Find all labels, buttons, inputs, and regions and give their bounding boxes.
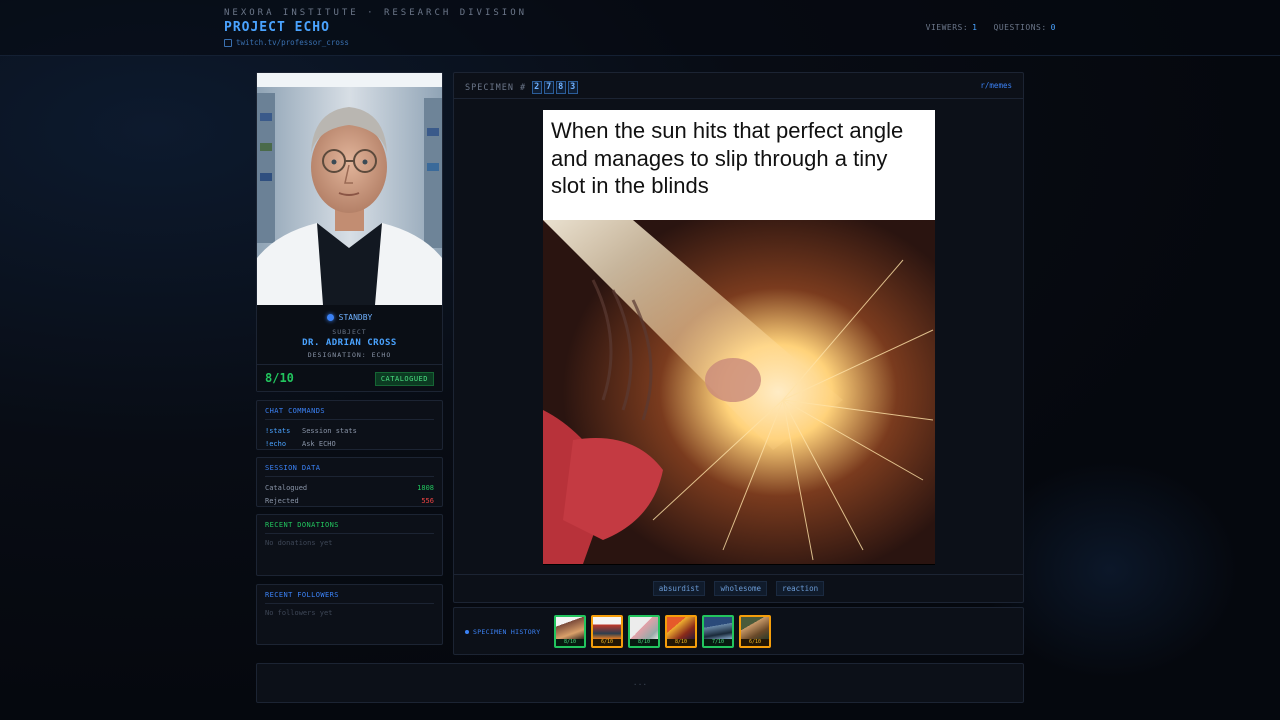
subject-name: DR. ADRIAN CROSS — [302, 338, 397, 348]
channel-link[interactable]: twitch.tv/professor_cross — [224, 38, 349, 47]
history-dot-icon — [465, 630, 469, 634]
rejected-count: 556 — [421, 497, 434, 505]
catalogued-row: Catalogued 1808 — [265, 482, 434, 495]
viewers-count: 1 — [972, 23, 978, 32]
specimen-number: SPECIMEN # 2 7 8 3 — [465, 81, 579, 94]
current-score: 8/10 — [265, 371, 294, 385]
questions-label: QUESTIONS: — [993, 23, 1047, 32]
viewers-stat: VIEWERS: 1 — [926, 23, 978, 32]
catalogued-label: Catalogued — [265, 484, 308, 492]
specimen-digits: 2 7 8 3 — [532, 81, 579, 94]
status-indicator: STANDBY — [257, 313, 442, 322]
donations-empty: No donations yet — [265, 539, 333, 547]
history-thumbnail[interactable]: 6/10 — [739, 615, 771, 648]
catalogued-count: 1808 — [417, 484, 434, 492]
subject-designation: DESIGNATION: ECHO — [307, 351, 392, 359]
thumbnail-score: 6/10 — [593, 639, 621, 646]
thumbnail-art — [741, 617, 769, 639]
specimen-panel: SPECIMEN # 2 7 8 3 r/memes When the sun … — [453, 72, 1024, 603]
subject-info: STANDBY SUBJECT DR. ADRIAN CROSS DESIGNA… — [257, 305, 442, 391]
thumbnail-art — [593, 617, 621, 639]
history-label-text: SPECIMEN HISTORY — [473, 628, 541, 636]
thumbnail-score: 6/10 — [741, 639, 769, 646]
session-data-title: SESSION DATA — [265, 464, 434, 477]
specimen-header: SPECIMEN # 2 7 8 3 r/memes — [454, 73, 1023, 99]
meme-photo — [543, 220, 935, 564]
viewers-label: VIEWERS: — [925, 23, 969, 32]
header-stats: VIEWERS: 1 QUESTIONS: 0 — [926, 23, 1056, 32]
tag-chip[interactable]: reaction — [776, 581, 825, 596]
subreddit-link[interactable]: r/memes — [980, 81, 1012, 90]
tag-chip[interactable]: wholesome — [714, 581, 768, 596]
specimen-history-panel: SPECIMEN HISTORY 8/10 6/10 8/10 8/10 7/1… — [453, 607, 1024, 655]
specimen-digit: 3 — [568, 81, 579, 94]
twitch-icon — [224, 38, 232, 47]
project-title: PROJECT ECHO — [224, 20, 330, 35]
questions-count: 0 — [1050, 23, 1056, 32]
history-thumbnails: 8/10 6/10 8/10 8/10 7/10 6/10 — [554, 615, 771, 648]
history-thumbnail[interactable]: 8/10 — [554, 615, 586, 648]
command-row: !stats Session stats — [265, 425, 434, 438]
history-thumbnail[interactable]: 6/10 — [591, 615, 623, 648]
status-badge: CATALOGUED — [374, 372, 434, 386]
card-divider — [257, 364, 442, 365]
command-key: !echo — [265, 440, 287, 448]
meme-caption: When the sun hits that perfect angle and… — [543, 110, 935, 220]
history-thumbnail[interactable]: 8/10 — [665, 615, 697, 648]
command-key: !stats — [265, 427, 291, 435]
donations-title: RECENT DONATIONS — [265, 521, 434, 534]
rejected-row: Rejected 556 — [265, 495, 434, 508]
specimen-label: SPECIMEN # — [465, 82, 527, 93]
session-data-panel: SESSION DATA Catalogued 1808 Rejected 55… — [256, 457, 443, 507]
subject-portrait — [257, 73, 442, 305]
followers-panel: RECENT FOLLOWERS No followers yet — [256, 584, 443, 645]
tag-bar: absurdist wholesome reaction — [454, 574, 1023, 602]
thumbnail-art — [667, 617, 695, 639]
history-thumbnail[interactable]: 8/10 — [628, 615, 660, 648]
thumbnail-score: 8/10 — [556, 639, 584, 646]
org-name: NEXORA INSTITUTE · RESEARCH DIVISION — [224, 8, 528, 18]
rejected-label: Rejected — [265, 497, 299, 505]
channel-url: twitch.tv/professor_cross — [236, 38, 349, 47]
thumbnail-score: 8/10 — [630, 639, 658, 646]
thumbnail-art — [704, 617, 732, 639]
history-thumbnail[interactable]: 7/10 — [702, 615, 734, 648]
history-label: SPECIMEN HISTORY — [465, 628, 540, 636]
specimen-digit: 8 — [556, 81, 567, 94]
tag-chip[interactable]: absurdist — [652, 581, 706, 596]
chat-commands-title: CHAT COMMANDS — [265, 407, 434, 420]
thumbnail-score: 7/10 — [704, 639, 732, 646]
subject-label: SUBJECT — [332, 328, 367, 336]
subject-card: STANDBY SUBJECT DR. ADRIAN CROSS DESIGNA… — [256, 72, 443, 392]
chat-commands-panel: CHAT COMMANDS !stats Session stats !echo… — [256, 400, 443, 450]
followers-title: RECENT FOLLOWERS — [265, 591, 434, 604]
specimen-digit: 7 — [544, 81, 555, 94]
bottom-bar-text: ... — [632, 678, 648, 687]
command-desc: Ask ECHO — [302, 440, 336, 448]
thumbnail-art — [630, 617, 658, 639]
status-text: STANDBY — [338, 313, 373, 322]
thumbnail-score: 8/10 — [667, 639, 695, 646]
thumbnail-art — [556, 617, 584, 639]
command-desc: Session stats — [302, 427, 357, 435]
command-row: !echo Ask ECHO — [265, 438, 434, 451]
followers-empty: No followers yet — [265, 609, 333, 617]
donations-panel: RECENT DONATIONS No donations yet — [256, 514, 443, 576]
status-dot-icon — [326, 314, 334, 321]
bottom-bar: ... — [256, 663, 1024, 703]
questions-stat: QUESTIONS: 0 — [994, 23, 1057, 32]
portrait-image — [257, 73, 442, 305]
specimen-digit: 2 — [532, 81, 543, 94]
top-bar: NEXORA INSTITUTE · RESEARCH DIVISION PRO… — [0, 0, 1280, 56]
meme-image: When the sun hits that perfect angle and… — [543, 110, 935, 565]
